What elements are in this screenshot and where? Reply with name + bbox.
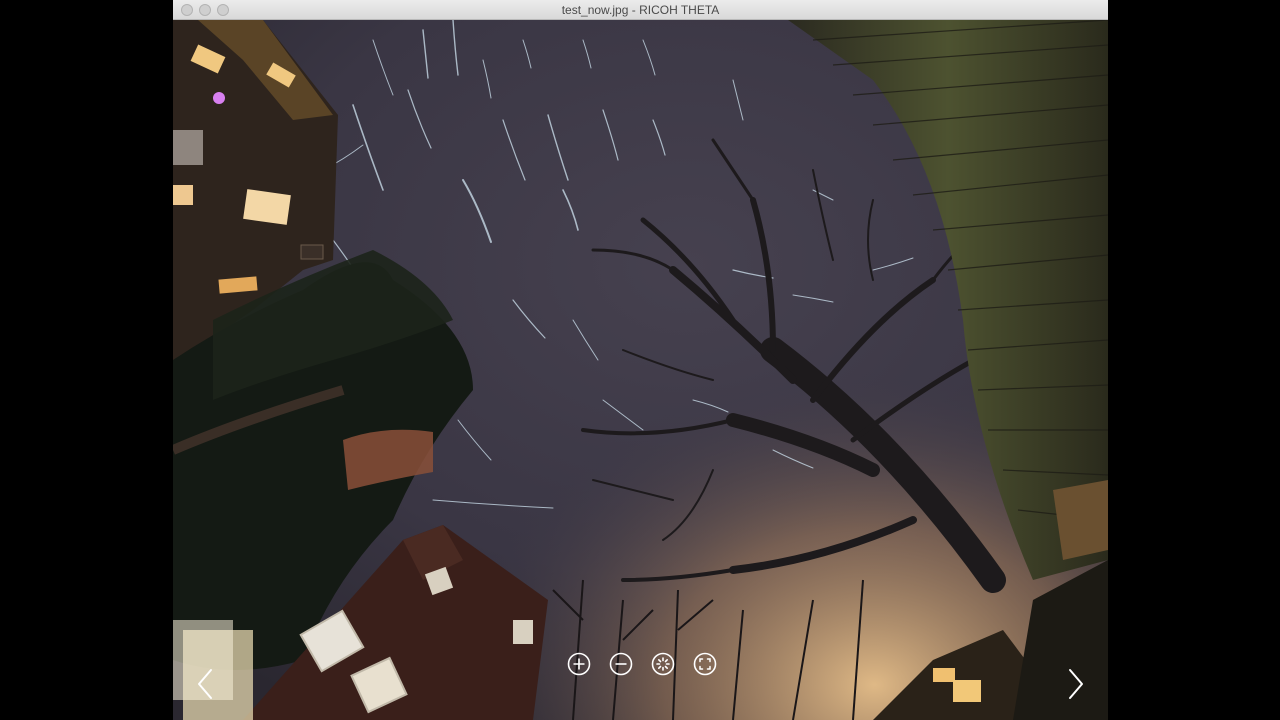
fullscreen-circle-icon — [693, 652, 717, 676]
fullscreen-button[interactable] — [693, 652, 717, 676]
next-photo-button[interactable] — [1064, 666, 1088, 702]
chevron-right-icon — [1069, 669, 1083, 699]
zoom-out-button[interactable] — [609, 652, 633, 676]
previous-photo-button[interactable] — [193, 666, 217, 702]
plus-circle-icon — [567, 652, 591, 676]
photo-viewer[interactable] — [173, 20, 1108, 720]
app-window: test_now.jpg - RICOH THETA — [173, 0, 1108, 720]
chevron-left-icon — [198, 669, 212, 699]
window-title: test_now.jpg - RICOH THETA — [561, 3, 720, 17]
autoplay-button[interactable] — [651, 652, 675, 676]
spinner-circle-icon — [651, 652, 675, 676]
title-bar[interactable]: test_now.jpg - RICOH THETA — [173, 0, 1108, 20]
zoom-in-button[interactable] — [567, 652, 591, 676]
minus-circle-icon — [609, 652, 633, 676]
screen: test_now.jpg - RICOH THETA — [0, 0, 1280, 720]
panorama-image[interactable] — [173, 20, 1108, 720]
